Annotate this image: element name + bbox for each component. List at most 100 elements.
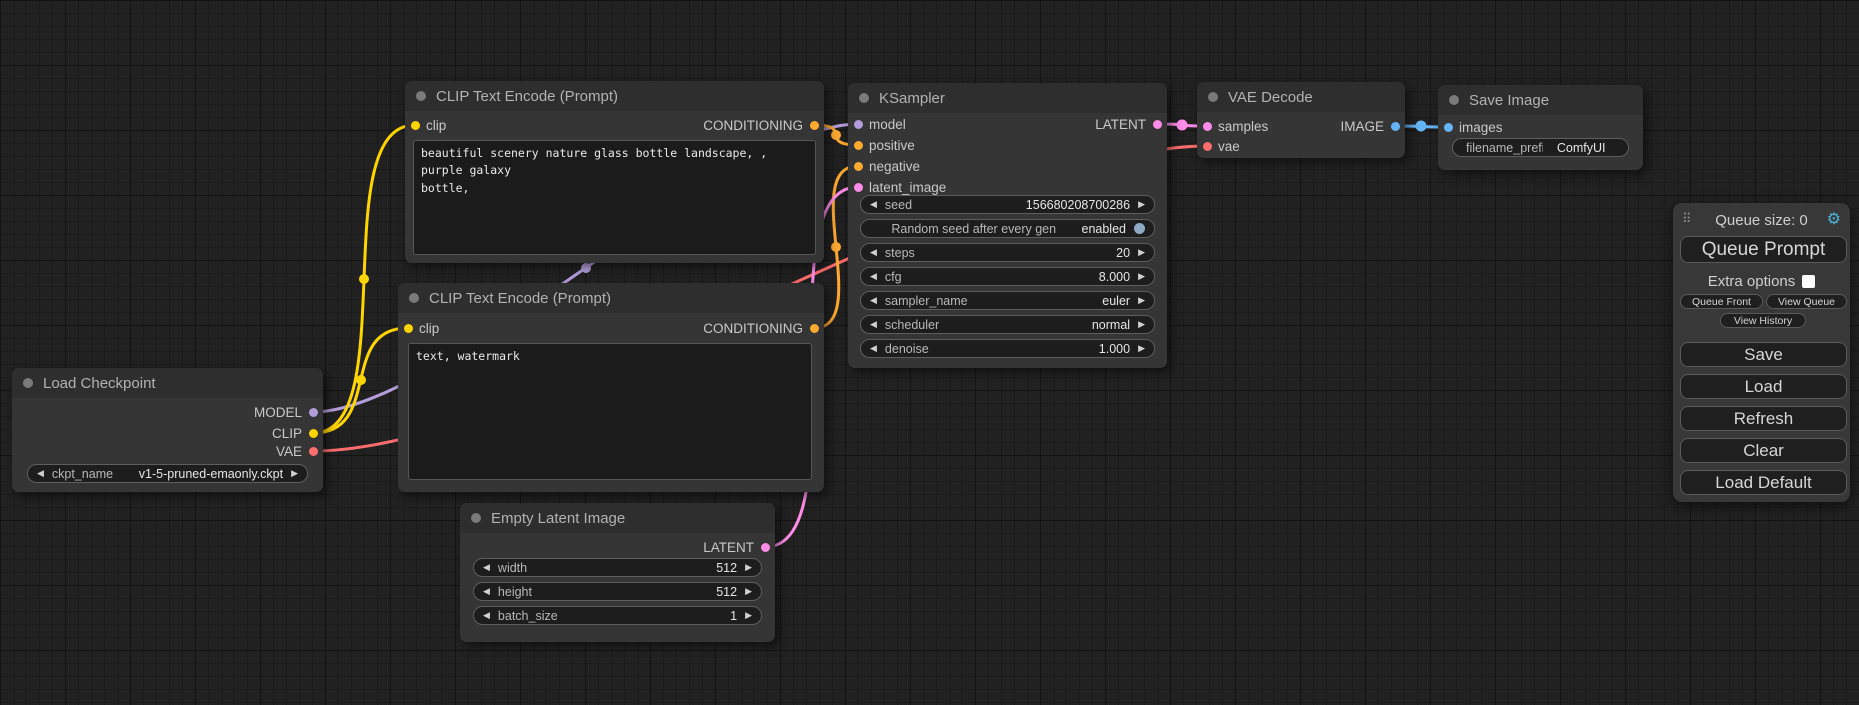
decrement-arrow-icon[interactable]: ◀ bbox=[483, 563, 490, 572]
node-titlebar[interactable]: Save Image bbox=[1438, 85, 1643, 115]
input-clip[interactable]: clip bbox=[398, 318, 439, 338]
collapse-dot-icon[interactable] bbox=[409, 293, 419, 303]
decrement-arrow-icon[interactable]: ◀ bbox=[483, 587, 490, 596]
output-conditioning[interactable]: CONDITIONING bbox=[703, 115, 824, 135]
decrement-arrow-icon[interactable]: ◀ bbox=[483, 611, 490, 620]
collapse-dot-icon[interactable] bbox=[1208, 92, 1218, 102]
load-button[interactable]: Load bbox=[1680, 374, 1847, 399]
height-widget[interactable]: ◀ height 512 ▶ bbox=[473, 582, 762, 601]
collapse-dot-icon[interactable] bbox=[416, 91, 426, 101]
conditioning-port-dot[interactable] bbox=[854, 141, 863, 150]
output-conditioning[interactable]: CONDITIONING bbox=[703, 318, 824, 338]
increment-arrow-icon[interactable]: ▶ bbox=[745, 563, 752, 572]
collapse-dot-icon[interactable] bbox=[471, 513, 481, 523]
vae-port-dot[interactable] bbox=[309, 447, 318, 456]
increment-arrow-icon[interactable]: ▶ bbox=[291, 469, 298, 478]
input-latent-image[interactable]: latent_image bbox=[848, 177, 946, 197]
queue-front-button[interactable]: Queue Front bbox=[1680, 294, 1763, 309]
view-queue-button[interactable]: View Queue bbox=[1766, 294, 1847, 309]
decrement-arrow-icon[interactable]: ◀ bbox=[870, 272, 877, 281]
load-default-button[interactable]: Load Default bbox=[1680, 470, 1847, 495]
scheduler-widget[interactable]: ◀ scheduler normal ▶ bbox=[860, 315, 1155, 334]
clear-button[interactable]: Clear bbox=[1680, 438, 1847, 463]
increment-arrow-icon[interactable]: ▶ bbox=[1138, 344, 1145, 353]
sampler-name-widget[interactable]: ◀ sampler_name euler ▶ bbox=[860, 291, 1155, 310]
node-titlebar[interactable]: VAE Decode bbox=[1197, 82, 1405, 112]
output-vae[interactable]: VAE bbox=[276, 441, 323, 461]
increment-arrow-icon[interactable]: ▶ bbox=[1138, 248, 1145, 257]
input-model[interactable]: model bbox=[848, 114, 906, 134]
collapse-dot-icon[interactable] bbox=[1449, 95, 1459, 105]
latent-port-dot[interactable] bbox=[761, 543, 770, 552]
increment-arrow-icon[interactable]: ▶ bbox=[1138, 320, 1145, 329]
model-port-dot[interactable] bbox=[309, 408, 318, 417]
view-history-button[interactable]: View History bbox=[1720, 313, 1806, 328]
node-ksampler[interactable]: KSampler model LATENT positive negative … bbox=[848, 83, 1167, 368]
decrement-arrow-icon[interactable]: ◀ bbox=[37, 469, 44, 478]
decrement-arrow-icon[interactable]: ◀ bbox=[870, 320, 877, 329]
node-titlebar[interactable]: CLIP Text Encode (Prompt) bbox=[405, 81, 824, 111]
input-negative[interactable]: negative bbox=[848, 156, 920, 176]
clip-port-dot[interactable] bbox=[411, 121, 420, 130]
decrement-arrow-icon[interactable]: ◀ bbox=[870, 248, 877, 257]
increment-arrow-icon[interactable]: ▶ bbox=[1138, 200, 1145, 209]
node-empty-latent-image[interactable]: Empty Latent Image LATENT ◀ width 512 ▶ … bbox=[460, 503, 775, 642]
refresh-button[interactable]: Refresh bbox=[1680, 406, 1847, 431]
increment-arrow-icon[interactable]: ▶ bbox=[745, 587, 752, 596]
output-latent[interactable]: LATENT bbox=[703, 537, 775, 557]
node-clip-text-encode-positive[interactable]: CLIP Text Encode (Prompt) clip CONDITION… bbox=[405, 81, 824, 263]
collapse-dot-icon[interactable] bbox=[23, 378, 33, 388]
batch-size-widget[interactable]: ◀ batch_size 1 ▶ bbox=[473, 606, 762, 625]
increment-arrow-icon[interactable]: ▶ bbox=[1138, 272, 1145, 281]
output-latent[interactable]: LATENT bbox=[1095, 114, 1167, 134]
output-image[interactable]: IMAGE bbox=[1340, 116, 1405, 136]
clip-port-dot[interactable] bbox=[309, 429, 318, 438]
latent-port-dot[interactable] bbox=[1153, 120, 1162, 129]
cfg-widget[interactable]: ◀ cfg 8.000 ▶ bbox=[860, 267, 1155, 286]
conditioning-port-dot[interactable] bbox=[810, 121, 819, 130]
node-save-image[interactable]: Save Image images filename_prefix ComfyU… bbox=[1438, 85, 1643, 170]
filename-prefix-widget[interactable]: filename_prefix ComfyUI bbox=[1452, 138, 1629, 157]
model-port-dot[interactable] bbox=[854, 120, 863, 129]
input-samples[interactable]: samples bbox=[1197, 116, 1268, 136]
input-images[interactable]: images bbox=[1438, 117, 1503, 137]
decrement-arrow-icon[interactable]: ◀ bbox=[870, 296, 877, 305]
input-clip[interactable]: clip bbox=[405, 115, 446, 135]
prompt-textarea[interactable]: beautiful scenery nature glass bottle la… bbox=[413, 140, 816, 255]
input-vae[interactable]: vae bbox=[1197, 136, 1240, 156]
latent-port-dot[interactable] bbox=[854, 183, 863, 192]
random-seed-toggle-widget[interactable]: Random seed after every gen enabled bbox=[860, 219, 1155, 238]
node-titlebar[interactable]: CLIP Text Encode (Prompt) bbox=[398, 283, 824, 313]
denoise-widget[interactable]: ◀ denoise 1.000 ▶ bbox=[860, 339, 1155, 358]
decrement-arrow-icon[interactable]: ◀ bbox=[870, 200, 877, 209]
decrement-arrow-icon[interactable]: ◀ bbox=[870, 344, 877, 353]
prompt-textarea[interactable]: text, watermark bbox=[408, 343, 812, 480]
input-positive[interactable]: positive bbox=[848, 135, 915, 155]
node-titlebar[interactable]: Empty Latent Image bbox=[460, 503, 775, 533]
save-button[interactable]: Save bbox=[1680, 342, 1847, 367]
ckpt-name-widget[interactable]: ◀ ckpt_name v1-5-pruned-emaonly.ckpt ▶ bbox=[27, 464, 308, 483]
node-load-checkpoint[interactable]: Load Checkpoint MODEL CLIP VAE ◀ ckpt_na… bbox=[12, 368, 323, 492]
queue-prompt-button[interactable]: Queue Prompt bbox=[1680, 236, 1847, 263]
vae-port-dot[interactable] bbox=[1203, 142, 1212, 151]
comfyui-graph-canvas[interactable]: { "icons": { "left_arrow": "◀", "right_a… bbox=[0, 0, 1859, 705]
output-clip[interactable]: CLIP bbox=[272, 423, 323, 443]
increment-arrow-icon[interactable]: ▶ bbox=[745, 611, 752, 620]
toggle-dot[interactable] bbox=[1134, 223, 1145, 234]
collapse-dot-icon[interactable] bbox=[859, 93, 869, 103]
node-titlebar[interactable]: KSampler bbox=[848, 83, 1167, 113]
conditioning-port-dot[interactable] bbox=[810, 324, 819, 333]
width-widget[interactable]: ◀ width 512 ▶ bbox=[473, 558, 762, 577]
increment-arrow-icon[interactable]: ▶ bbox=[1138, 296, 1145, 305]
image-port-dot[interactable] bbox=[1391, 122, 1400, 131]
latent-port-dot[interactable] bbox=[1203, 122, 1212, 131]
clip-port-dot[interactable] bbox=[404, 324, 413, 333]
extra-options-checkbox[interactable] bbox=[1802, 275, 1815, 288]
image-port-dot[interactable] bbox=[1444, 123, 1453, 132]
gear-icon[interactable]: ⚙ bbox=[1827, 209, 1841, 229]
output-model[interactable]: MODEL bbox=[254, 402, 323, 422]
conditioning-port-dot[interactable] bbox=[854, 162, 863, 171]
seed-widget[interactable]: ◀ seed 156680208700286 ▶ bbox=[860, 195, 1155, 214]
node-titlebar[interactable]: Load Checkpoint bbox=[12, 368, 323, 398]
node-clip-text-encode-negative[interactable]: CLIP Text Encode (Prompt) clip CONDITION… bbox=[398, 283, 824, 492]
